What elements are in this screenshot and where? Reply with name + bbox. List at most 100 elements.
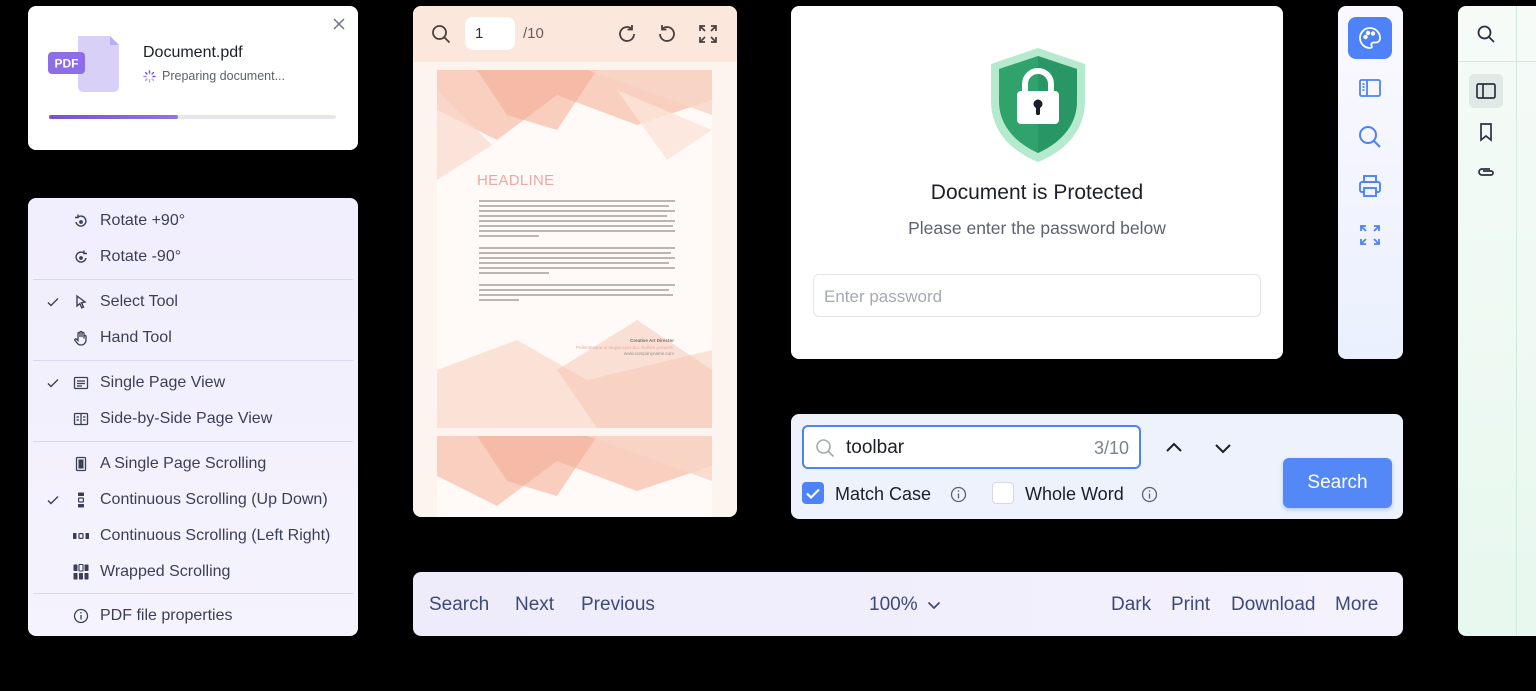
menu-item-continuous-horizontal[interactable]: Continuous Scrolling (Left Right) xyxy=(28,519,358,553)
rotate-ccw-icon xyxy=(73,249,89,265)
menu-item-label: Side-by-Side Page View xyxy=(100,410,273,427)
menu-item-label: Single Page View xyxy=(100,374,226,391)
match-case-checkbox[interactable] xyxy=(802,482,824,504)
menu-item-single-page-view[interactable]: Single Page View xyxy=(28,366,358,400)
viewer-toolbar: 1 /10 xyxy=(413,6,737,62)
menu-item-label: Wrapped Scrolling xyxy=(100,563,231,580)
check-icon xyxy=(46,376,60,390)
search-panel: toolbar 3/10 Match Case Whole Word Searc… xyxy=(791,414,1403,519)
search-button[interactable] xyxy=(1469,17,1503,51)
panel-divider xyxy=(1458,61,1536,62)
menu-item-rotate-ccw[interactable]: Rotate -90° xyxy=(28,240,358,274)
print-icon xyxy=(1357,173,1383,199)
menu-item-rotate-cw[interactable]: Rotate +90° xyxy=(28,204,358,238)
vertical-scroll-icon xyxy=(73,492,89,508)
menu-item-hand-tool[interactable]: Hand Tool xyxy=(28,321,358,355)
search-icon[interactable] xyxy=(430,23,452,45)
more-link[interactable]: More xyxy=(1335,594,1378,616)
thumbnails-button[interactable] xyxy=(1469,74,1503,108)
menu-item-side-by-side[interactable]: Side-by-Side Page View xyxy=(28,402,358,436)
chevron-down-icon xyxy=(926,597,942,613)
download-link[interactable]: Download xyxy=(1231,594,1316,616)
search-link[interactable]: Search xyxy=(429,594,489,616)
page-total: /10 xyxy=(523,25,544,42)
menu-item-label: A Single Page Scrolling xyxy=(100,455,267,472)
paperclip-icon xyxy=(1476,165,1496,179)
attachments-button[interactable] xyxy=(1469,155,1503,189)
whole-word-checkbox[interactable] xyxy=(992,482,1014,504)
menu-item-file-properties[interactable]: PDF file properties xyxy=(28,599,358,633)
rotate-cw-icon xyxy=(73,213,89,229)
check-icon xyxy=(46,493,60,507)
fullscreen-icon xyxy=(1358,223,1382,247)
fullscreen-button[interactable] xyxy=(1348,214,1392,256)
pdf-viewer: 1 /10 HEADLINE Creative Art Director Pel… xyxy=(413,6,737,517)
menu-item-label: Continuous Scrolling (Up Down) xyxy=(100,491,328,508)
info-icon[interactable] xyxy=(1141,486,1158,503)
menu-item-label: Rotate -90° xyxy=(100,248,182,265)
password-input[interactable]: Enter password xyxy=(813,274,1261,317)
pdf-badge-label: PDF xyxy=(55,57,79,71)
search-icon xyxy=(1476,24,1496,44)
menu-item-label: Select Tool xyxy=(100,293,178,310)
print-link[interactable]: Print xyxy=(1171,594,1210,616)
letter-headline: HEADLINE xyxy=(477,172,555,189)
menu-item-label: Hand Tool xyxy=(100,329,172,346)
letter-signature-web: www.companyname.com xyxy=(623,351,674,356)
previous-link[interactable]: Previous xyxy=(581,594,655,616)
menu-item-single-page-scrolling[interactable]: A Single Page Scrolling xyxy=(28,447,358,481)
next-link[interactable]: Next xyxy=(515,594,554,616)
sidebar-icon xyxy=(1358,76,1382,100)
password-dialog: Document is Protected Please enter the p… xyxy=(791,6,1283,359)
whole-word-label: Whole Word xyxy=(1025,484,1124,504)
panel-divider xyxy=(1516,6,1517,636)
context-menu: Rotate +90° Rotate -90° Select Tool Hand… xyxy=(28,198,358,636)
cursor-icon xyxy=(73,294,89,310)
search-button[interactable] xyxy=(1348,116,1392,158)
sidebar-button[interactable] xyxy=(1348,67,1392,109)
check-icon xyxy=(46,295,60,309)
close-icon[interactable] xyxy=(332,17,346,31)
progress-fill xyxy=(49,115,179,119)
print-button[interactable] xyxy=(1348,165,1392,207)
menu-item-continuous-vertical[interactable]: Continuous Scrolling (Up Down) xyxy=(28,483,358,517)
menu-item-wrapped-scrolling[interactable]: Wrapped Scrolling xyxy=(28,555,358,589)
fullscreen-icon[interactable] xyxy=(697,23,719,45)
loading-status: Preparing document... xyxy=(143,69,285,83)
letterhead-background xyxy=(437,70,712,428)
chevron-down-icon[interactable] xyxy=(1212,437,1234,459)
rotate-cw-icon[interactable] xyxy=(616,23,638,45)
search-submit-button[interactable]: Search xyxy=(1283,458,1392,508)
palette-button[interactable] xyxy=(1348,17,1392,59)
single-page-icon xyxy=(73,375,89,391)
bottom-toolbar: Search Next Previous 100% Dark Print Dow… xyxy=(413,572,1403,636)
search-icon xyxy=(1357,124,1383,150)
dark-mode-link[interactable]: Dark xyxy=(1111,594,1151,616)
letterhead-background xyxy=(437,436,712,506)
dialog-subtitle: Please enter the password below xyxy=(908,218,1166,238)
letter-signature-line: Pellentesque ut neque iquis dui. Nullam … xyxy=(576,345,674,350)
search-input[interactable]: toolbar 3/10 xyxy=(802,425,1141,469)
horizontal-scroll-icon xyxy=(73,528,89,544)
rotate-ccw-icon[interactable] xyxy=(656,23,678,45)
loading-status-text: Preparing document... xyxy=(162,69,285,83)
zoom-select[interactable]: 100% xyxy=(869,594,942,616)
menu-item-label: Continuous Scrolling (Left Right) xyxy=(100,527,331,544)
sidebar-icon xyxy=(1476,82,1496,100)
page-number-input[interactable]: 1 xyxy=(465,17,515,50)
pdf-file-icon: PDF xyxy=(48,36,130,92)
menu-divider xyxy=(33,441,353,442)
shield-lock-icon xyxy=(985,46,1091,164)
loading-card: PDF Document.pdf Preparing document... xyxy=(28,6,358,150)
info-icon[interactable] xyxy=(950,486,967,503)
check-icon xyxy=(806,488,820,500)
menu-divider xyxy=(33,593,353,594)
bookmarks-button[interactable] xyxy=(1469,115,1503,149)
menu-item-select-tool[interactable]: Select Tool xyxy=(28,285,358,319)
menu-divider xyxy=(33,360,353,361)
bookmark-icon xyxy=(1478,122,1494,142)
chevron-up-icon[interactable] xyxy=(1163,437,1185,459)
outline-panel xyxy=(1458,6,1536,636)
zoom-value: 100% xyxy=(869,594,918,615)
letter-signature-title: Creative Art Director xyxy=(630,338,674,343)
